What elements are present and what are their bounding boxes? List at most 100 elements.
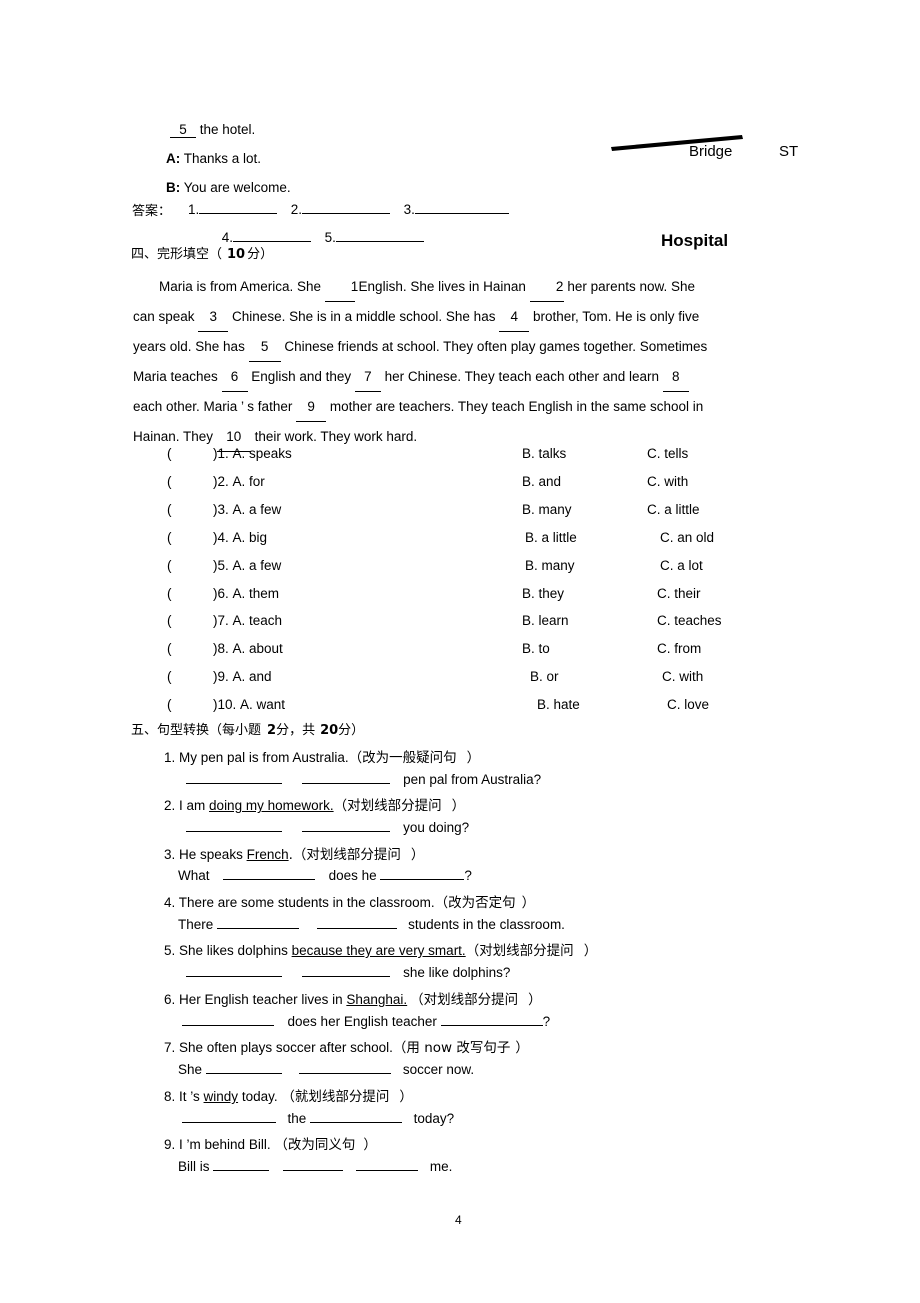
cloze-choice-number: 1. xyxy=(217,446,233,461)
cloze-option-c[interactable]: C. tells xyxy=(647,446,688,461)
q2-stem-pre: I am xyxy=(179,798,210,813)
cloze-answer-bracket-7[interactable]: ( xyxy=(167,613,213,628)
q7-blank-1[interactable] xyxy=(205,1060,282,1074)
q2-num: 2. xyxy=(164,798,176,813)
cloze-option-c[interactable]: C. teaches xyxy=(657,613,722,628)
q5-stem-pre: She likes dolphins xyxy=(179,943,292,958)
cloze-option-a[interactable]: A. a few xyxy=(233,558,282,573)
cloze-option-a[interactable]: A. speaks xyxy=(233,446,292,461)
cloze-answer-bracket-1[interactable]: ( xyxy=(167,446,213,461)
q3-blank-1[interactable] xyxy=(223,866,316,880)
q6-blank-2[interactable] xyxy=(440,1012,543,1026)
answer-item-3-blank[interactable] xyxy=(414,200,509,214)
cloze-passage-line: each other. Maria ’ s father 9 mother ar… xyxy=(133,392,781,422)
cloze-option-c[interactable]: C. love xyxy=(667,697,709,712)
cloze-option-a[interactable]: A. and xyxy=(233,669,272,684)
cloze-option-c[interactable]: C. a lot xyxy=(660,558,703,573)
q2-underlined: doing my homework. xyxy=(209,798,334,813)
cloze-option-a[interactable]: A. about xyxy=(233,641,283,656)
q1-answer-tail: pen pal from Australia? xyxy=(403,771,542,787)
q7-answer-tail: soccer now. xyxy=(402,1061,475,1077)
cloze-answer-bracket-5[interactable]: ( xyxy=(167,558,213,573)
answer-item-5-blank[interactable] xyxy=(335,228,424,242)
answer-item-5-num: 5. xyxy=(324,229,336,245)
q2-answer-line: you doing? xyxy=(186,818,469,835)
cloze-answer-bracket-6[interactable]: ( xyxy=(167,586,213,601)
cloze-option-c[interactable]: C. with xyxy=(647,474,688,489)
cloze-answer-bracket-4[interactable]: ( xyxy=(167,530,213,545)
cloze-choice-number: 6. xyxy=(217,586,233,601)
q9-blank-2[interactable] xyxy=(282,1157,343,1171)
q6-blank-1[interactable] xyxy=(182,1012,274,1026)
cloze-choice-row: ()6. A. them B. they C. their xyxy=(167,586,701,601)
cloze-passage-line: can speak 3 Chinese. She is in a middle … xyxy=(133,302,781,332)
cloze-option-b[interactable]: B. to xyxy=(522,641,550,656)
cloze-option-a[interactable]: A. want xyxy=(240,697,285,712)
q4-blank-1[interactable] xyxy=(217,915,300,929)
map-hospital-label: Hospital xyxy=(661,231,729,250)
cloze-option-b[interactable]: B. many xyxy=(522,502,572,517)
answer-item-2-blank[interactable] xyxy=(302,200,391,214)
q8-blank-2[interactable] xyxy=(310,1109,403,1123)
cloze-option-b[interactable]: B. hate xyxy=(537,697,580,712)
cloze-blank-5[interactable]: 5 xyxy=(248,332,281,362)
cloze-choice-row: ()7. A. teach B. learn C. teaches xyxy=(167,613,722,628)
q2-stem: 2. I am doing my homework.（对划线部分提问 ） xyxy=(164,794,465,814)
cloze-answer-bracket-10[interactable]: ( xyxy=(167,697,213,712)
cloze-option-a[interactable]: A. a few xyxy=(233,502,282,517)
answer-item-4-blank[interactable] xyxy=(233,228,312,242)
q8-stem: 8. It ’s windy today. （就划线部分提问 ） xyxy=(164,1085,413,1105)
cloze-blank-9[interactable]: 9 xyxy=(296,392,327,422)
q7-blank-2[interactable] xyxy=(299,1060,392,1074)
q5-answer-line: she like dolphins? xyxy=(186,963,510,980)
cloze-option-b[interactable]: B. many xyxy=(525,558,575,573)
q9-blank-1[interactable] xyxy=(213,1157,270,1171)
cloze-option-c[interactable]: C. a little xyxy=(647,502,700,517)
cloze-blank-8[interactable]: 8 xyxy=(662,362,689,392)
cloze-answer-bracket-8[interactable]: ( xyxy=(167,641,213,656)
cloze-option-b[interactable]: B. or xyxy=(530,669,559,684)
cloze-option-c[interactable]: C. with xyxy=(662,669,703,684)
cloze-option-b[interactable]: B. learn xyxy=(522,613,569,628)
cloze-option-b[interactable]: B. talks xyxy=(522,446,566,461)
cloze-option-c[interactable]: C. their xyxy=(657,586,701,601)
cloze-option-c[interactable]: C. an old xyxy=(660,530,714,545)
speaker-b-label: B: xyxy=(166,180,181,195)
cloze-blank-6[interactable]: 6 xyxy=(221,362,248,392)
dialogue-speaker-a: A: Thanks a lot. xyxy=(166,151,261,166)
cloze-option-b[interactable]: B. and xyxy=(522,474,561,489)
q3-underlined: French xyxy=(246,847,289,862)
q6-answer-mid: does her English teacher xyxy=(287,1013,437,1029)
cloze-blank-3[interactable]: 3 xyxy=(198,302,229,332)
cloze-answer-bracket-2[interactable]: ( xyxy=(167,474,213,489)
q9-stem-post: ） xyxy=(363,1137,377,1153)
cloze-option-b[interactable]: B. a little xyxy=(525,530,577,545)
q1-blank-1[interactable] xyxy=(186,770,282,784)
q2-blank-2[interactable] xyxy=(301,818,390,832)
cloze-blank-4[interactable]: 4 xyxy=(499,302,530,332)
q4-stem-pre: There are some students in the classroom… xyxy=(178,895,449,910)
cloze-answer-bracket-3[interactable]: ( xyxy=(167,502,213,517)
cloze-blank-2[interactable]: 2 xyxy=(529,272,564,302)
q2-blank-1[interactable] xyxy=(186,818,282,832)
cloze-option-c[interactable]: C. from xyxy=(657,641,701,656)
q4-blank-2[interactable] xyxy=(316,915,397,929)
cloze-blank-7[interactable]: 7 xyxy=(354,362,381,392)
q8-stem-pre: It ’s xyxy=(179,1089,204,1104)
q3-blank-2[interactable] xyxy=(380,866,465,880)
q8-blank-1[interactable] xyxy=(182,1109,276,1123)
cloze-blank-1[interactable]: 1 xyxy=(324,272,358,302)
q5-blank-1[interactable] xyxy=(186,963,282,977)
cloze-answer-bracket-9[interactable]: ( xyxy=(167,669,213,684)
cloze-option-a[interactable]: A. for xyxy=(233,474,265,489)
cloze-option-a[interactable]: A. teach xyxy=(233,613,283,628)
answer-item-1-blank[interactable] xyxy=(199,200,278,214)
cloze-option-b[interactable]: B. they xyxy=(522,586,564,601)
q9-blank-3[interactable] xyxy=(356,1157,419,1171)
dialogue-line-5-text: the hotel. xyxy=(199,122,256,137)
q5-blank-2[interactable] xyxy=(301,963,390,977)
cloze-option-a[interactable]: A. them xyxy=(233,586,280,601)
cloze-option-a[interactable]: A. big xyxy=(233,530,268,545)
q1-blank-2[interactable] xyxy=(301,770,390,784)
section-5-heading-suffix: 分） xyxy=(338,723,365,738)
